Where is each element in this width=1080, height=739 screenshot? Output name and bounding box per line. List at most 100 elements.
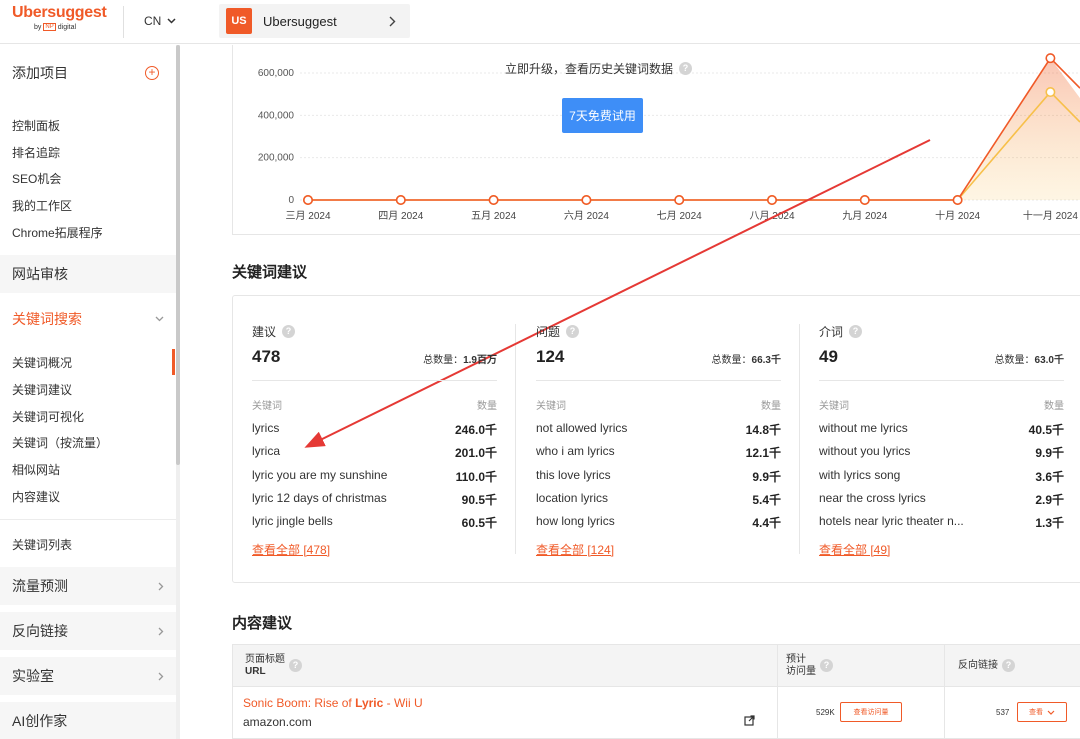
keyword-text: lyrica xyxy=(252,444,281,459)
divider xyxy=(536,380,781,381)
top-bar: Ubersuggest by NP digital CN US Ubersugg… xyxy=(0,0,1080,44)
view-backlinks-label: 查看 xyxy=(1029,709,1043,716)
sidebar-item-keyword-visualization[interactable]: 关键词可视化 xyxy=(0,405,176,427)
title-part: - Wii U xyxy=(383,696,423,710)
keyword-count: 49 xyxy=(819,347,838,366)
data-point xyxy=(859,195,870,206)
sidebar-section-labs[interactable]: 实验室 xyxy=(0,657,176,695)
data-point xyxy=(766,195,777,206)
help-icon[interactable]: ? xyxy=(849,325,863,338)
list-item[interactable]: this love lyrics 9.9千 xyxy=(536,468,781,490)
series-line xyxy=(308,90,1080,201)
sidebar-section-backlinks[interactable]: 反向链接 xyxy=(0,612,176,650)
logo-np: NP xyxy=(43,23,56,31)
header-volume: 数量 xyxy=(477,401,497,412)
view-all-link[interactable]: 查看全部 [124] xyxy=(536,541,614,558)
list-item[interactable]: hotels near lyric theater n... 1.3千 xyxy=(819,514,1064,536)
add-project-button[interactable]: 添加项目 + xyxy=(0,58,176,88)
sidebar-item-workspace[interactable]: 我的工作区 xyxy=(0,194,176,216)
help-icon[interactable]: ? xyxy=(820,659,833,672)
add-project-label: 添加项目 xyxy=(12,65,68,81)
language-select[interactable]: CN xyxy=(144,14,176,28)
keyword-text: how long lyrics xyxy=(536,514,615,529)
sidebar-item-dashboard[interactable]: 控制面板 xyxy=(0,114,176,136)
keyword-volume: 4.4千 xyxy=(752,516,781,531)
help-icon[interactable]: ? xyxy=(1002,659,1015,672)
keyword-text: this love lyrics xyxy=(536,467,611,482)
keyword-text: location lyrics xyxy=(536,490,609,505)
sidebar-item-seo-opportunities[interactable]: SEO机会 xyxy=(0,167,176,189)
y-tick-label: 0 xyxy=(288,195,294,206)
list-item[interactable]: near the cross lyrics 2.9千 xyxy=(819,491,1064,513)
list-item[interactable]: lyric you are my sunshine 110.0千 xyxy=(252,468,497,490)
sidebar-section-site-audit[interactable]: 网站审核 xyxy=(0,255,176,293)
x-tick-label: 八月 2024 xyxy=(749,210,794,222)
keyword-volume: 60.5千 xyxy=(461,516,497,531)
external-link-icon[interactable] xyxy=(744,715,755,726)
divider xyxy=(252,380,497,381)
header-keyword: 关键词 xyxy=(536,401,566,412)
list-item[interactable]: with lyrics song 3.6千 xyxy=(819,468,1064,490)
y-tick-label: 400,000 xyxy=(258,110,295,121)
table-header xyxy=(233,645,1080,687)
sidebar-item-keywords-by-traffic[interactable]: 关键词（按流量） xyxy=(0,431,176,453)
view-all-link[interactable]: 查看全部 [478] xyxy=(252,541,330,558)
chevron-down-icon xyxy=(155,316,164,322)
free-trial-button[interactable]: 7天免费试用 xyxy=(562,98,643,133)
list-item[interactable]: who i am lyrics 12.1千 xyxy=(536,444,781,466)
keyword-text: lyric 12 days of christmas xyxy=(252,490,387,505)
sidebar-item-keyword-overview[interactable]: 关键词概况 xyxy=(0,351,176,373)
list-item[interactable]: location lyrics 5.4千 xyxy=(536,491,781,513)
content-row-title-link[interactable]: Sonic Boom: Rise of Lyric - Wii U xyxy=(243,696,423,710)
sidebar-section-label: AI创作家 xyxy=(12,713,68,729)
sidebar-item-keyword-lists[interactable]: 关键词列表 xyxy=(0,533,176,555)
sidebar-section-ai-writer[interactable]: AI创作家 xyxy=(0,702,176,739)
help-icon[interactable]: ? xyxy=(282,325,296,338)
list-item[interactable]: lyric jingle bells 60.5千 xyxy=(252,514,497,536)
sidebar-item-keyword-ideas[interactable]: 关键词建议 xyxy=(0,378,176,400)
keyword-volume: 9.9千 xyxy=(752,469,781,484)
logo-text: Ubersuggest xyxy=(12,4,107,21)
list-item[interactable]: without me lyrics 40.5千 xyxy=(819,421,1064,443)
sidebar-item-label: 控制面板 xyxy=(12,118,61,133)
help-icon[interactable]: ? xyxy=(289,659,302,672)
help-icon[interactable]: ? xyxy=(566,325,580,338)
sidebar-item-chrome-extension[interactable]: Chrome拓展程序 xyxy=(0,221,176,243)
keyword-volume: 12.1千 xyxy=(745,446,781,461)
view-visits-button[interactable]: 查看访问量 xyxy=(840,702,902,722)
list-item[interactable]: lyrica 201.0千 xyxy=(252,444,497,466)
y-tick-label: 600,000 xyxy=(258,68,295,79)
list-item[interactable]: without you lyrics 9.9千 xyxy=(819,444,1064,466)
sidebar-item-label: 我的工作区 xyxy=(12,198,73,213)
total-volume-label: 总数量： xyxy=(423,355,464,366)
data-point xyxy=(303,195,314,206)
sidebar-item-content-ideas[interactable]: 内容建议 xyxy=(0,485,176,507)
list-item[interactable]: lyric 12 days of christmas 90.5千 xyxy=(252,491,497,513)
content-suggestions-title: 内容建议 xyxy=(232,615,293,632)
list-item[interactable]: how long lyrics 4.4千 xyxy=(536,514,781,536)
list-item[interactable]: not allowed lyrics 14.8千 xyxy=(536,421,781,443)
sidebar-section-keyword-research[interactable]: 关键词搜索 xyxy=(0,300,176,338)
ubersuggest-logo[interactable]: Ubersuggest by NP digital xyxy=(12,4,107,31)
project-selector[interactable]: US Ubersuggest xyxy=(219,4,410,38)
upgrade-prompt: 立即升级，查看历史关键词数据 ? xyxy=(505,60,693,77)
sidebar-item-similar-websites[interactable]: 相似网站 xyxy=(0,458,176,480)
data-point xyxy=(674,195,685,206)
sidebar-scrollbar-thumb[interactable] xyxy=(176,45,180,465)
header-backlinks: 反向链接 xyxy=(958,660,998,671)
total-volume: 总数量：63.0千 xyxy=(995,351,1064,366)
sidebar-section-traffic-estimation[interactable]: 流量预测 xyxy=(0,567,176,605)
keyword-volume: 1.3千 xyxy=(1035,516,1064,531)
data-point xyxy=(1045,53,1056,64)
keyword-text: near the cross lyrics xyxy=(819,490,926,505)
project-name: Ubersuggest xyxy=(263,13,337,29)
view-backlinks-button[interactable]: 查看 xyxy=(1017,702,1067,722)
help-icon[interactable]: ? xyxy=(679,62,693,75)
keyword-volume: 14.8千 xyxy=(745,423,781,437)
keyword-volume: 201.0千 xyxy=(454,446,497,461)
keyword-suggestions-title: 关键词建议 xyxy=(232,264,308,281)
view-all-link[interactable]: 查看全部 [49] xyxy=(819,541,890,558)
list-item[interactable]: lyrics 246.0千 xyxy=(252,421,497,443)
data-point xyxy=(395,195,406,206)
sidebar-item-rank-tracking[interactable]: 排名追踪 xyxy=(0,141,176,163)
